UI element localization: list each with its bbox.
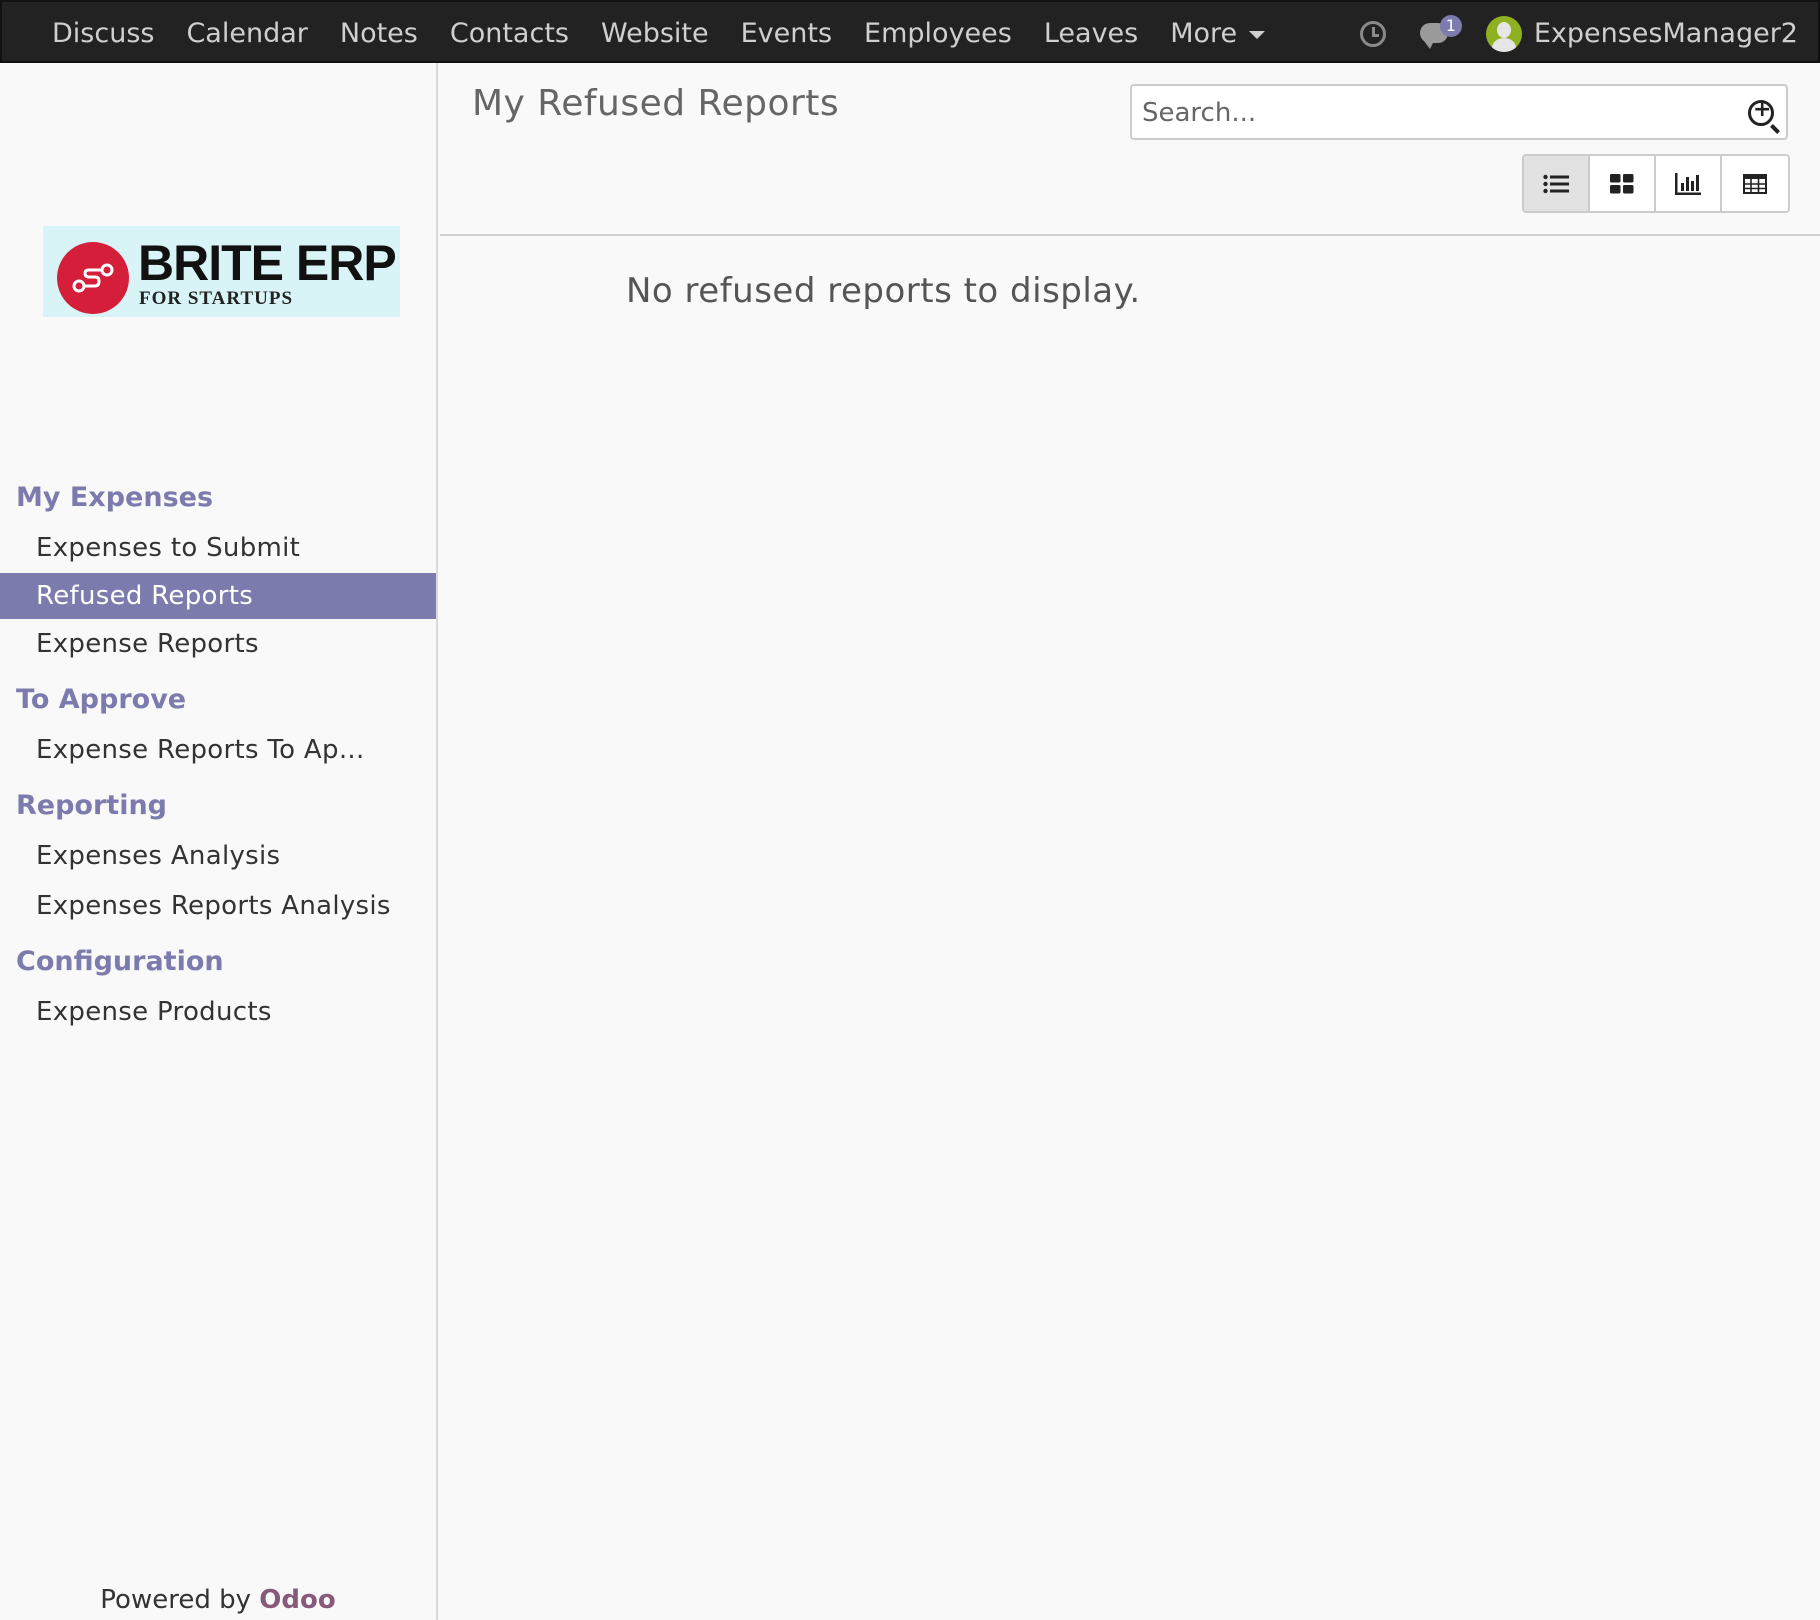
message-count-badge: 1: [1439, 14, 1462, 37]
powered-by-label: Powered by: [100, 1585, 251, 1615]
sidebar-item-refused-reports[interactable]: Refused Reports: [0, 573, 436, 619]
main-content: My Refused Reports Search... + No refuse…: [440, 63, 1820, 1620]
menu-website[interactable]: Website: [601, 18, 709, 49]
control-panel: My Refused Reports: [440, 63, 1820, 236]
list-view-button[interactable]: [1524, 156, 1590, 211]
page-title: My Refused Reports: [472, 83, 840, 124]
search-input[interactable]: [1142, 96, 1722, 130]
menu-discuss[interactable]: Discuss: [52, 18, 154, 49]
menu-events[interactable]: Events: [741, 18, 832, 49]
sidebar-nav: My Expenses Expenses to Submit Refused R…: [0, 473, 436, 1037]
top-navbar: Discuss Calendar Notes Contacts Website …: [0, 0, 1820, 63]
logo-circle-icon: [57, 242, 129, 314]
powered-by: Powered by Odoo: [0, 1580, 436, 1620]
sidebar-item-expense-reports-to-approve[interactable]: Expense Reports To Ap...: [0, 725, 436, 775]
app-menu: Discuss Calendar Notes Contacts Website …: [36, 2, 1281, 65]
sidebar-item-expense-products[interactable]: Expense Products: [0, 987, 436, 1037]
sidebar-item-expenses-reports-analysis[interactable]: Expenses Reports Analysis: [0, 881, 436, 931]
menu-leaves[interactable]: Leaves: [1044, 18, 1138, 49]
kanban-view-icon: [1610, 173, 1634, 193]
graph-view-icon: [1675, 172, 1701, 195]
pivot-view-button[interactable]: [1722, 156, 1788, 211]
logo-subtitle: FOR STARTUPS: [139, 288, 294, 309]
graph-view-button[interactable]: [1656, 156, 1722, 211]
list-view-icon: [1543, 174, 1569, 193]
messaging-menu[interactable]: 1: [1419, 14, 1462, 49]
sidebar-item-expenses-to-submit[interactable]: Expenses to Submit: [0, 523, 436, 573]
menu-calendar[interactable]: Calendar: [186, 18, 307, 49]
section-configuration: Configuration: [16, 946, 224, 977]
section-to-approve: To Approve: [16, 684, 187, 715]
odoo-link[interactable]: Odoo: [259, 1585, 335, 1615]
company-logo[interactable]: BRITE ERP FOR STARTUPS: [43, 226, 400, 317]
sidebar: BRITE ERP FOR STARTUPS My Expenses Expen…: [0, 63, 438, 1620]
empty-state-message: No refused reports to display.: [626, 271, 1141, 311]
user-avatar[interactable]: [1485, 15, 1522, 52]
menu-employees[interactable]: Employees: [864, 18, 1012, 49]
more-label: More: [1170, 18, 1238, 49]
user-menu[interactable]: ExpensesManager2: [1534, 18, 1798, 49]
caret-down-icon: [1249, 30, 1266, 39]
menu-more-dropdown[interactable]: More: [1170, 18, 1266, 49]
menu-contacts[interactable]: Contacts: [450, 18, 569, 49]
search-bar: [1130, 84, 1788, 140]
sidebar-item-expenses-analysis[interactable]: Expenses Analysis: [0, 831, 436, 881]
pivot-view-icon: [1743, 173, 1767, 194]
systray: 1 ExpensesManager2: [1359, 2, 1798, 65]
menu-notes[interactable]: Notes: [340, 18, 418, 49]
logo-title: BRITE ERP: [138, 235, 397, 291]
kanban-view-button[interactable]: [1590, 156, 1656, 211]
section-my-expenses: My Expenses: [16, 482, 214, 513]
view-switcher: [1522, 154, 1790, 213]
clock-icon[interactable]: [1359, 20, 1386, 47]
section-reporting: Reporting: [16, 790, 168, 821]
sidebar-item-expense-reports[interactable]: Expense Reports: [0, 619, 436, 669]
search-options-icon[interactable]: [1748, 97, 1774, 126]
